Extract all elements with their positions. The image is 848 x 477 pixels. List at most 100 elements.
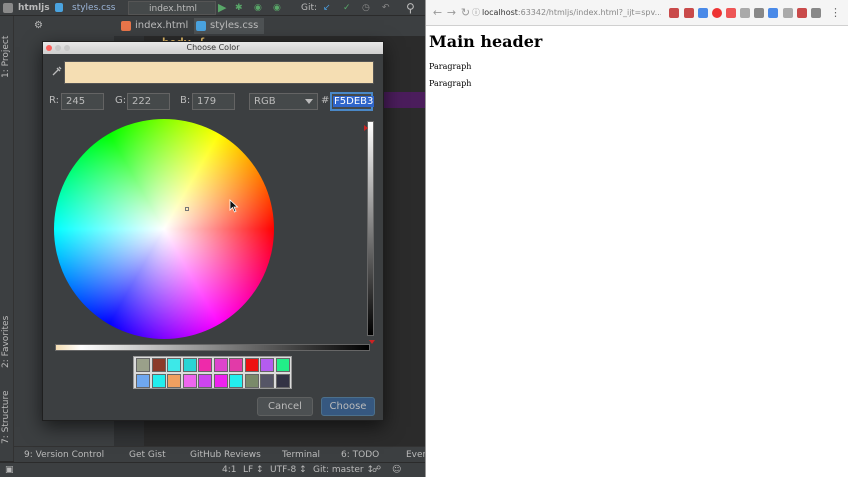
project-name[interactable]: htmljs — [18, 1, 50, 15]
extension-icon[interactable] — [684, 8, 694, 18]
mouse-cursor-icon — [229, 199, 239, 213]
opera-icon[interactable] — [712, 8, 722, 18]
tab-index-html[interactable]: index.html — [119, 18, 188, 34]
color-swatch[interactable] — [213, 358, 228, 372]
opacity-slider[interactable] — [55, 344, 370, 351]
color-swatch[interactable] — [260, 358, 274, 372]
browser-window: ← → ↻ ⓘ localhost:63342/htmljs/index.htm… — [425, 0, 848, 477]
extension-icon[interactable] — [754, 8, 764, 18]
url-host: localhost — [482, 8, 518, 17]
breadcrumb-file[interactable]: styles.css — [72, 1, 115, 15]
run-config-select[interactable]: index.html — [128, 1, 216, 15]
color-swatch[interactable] — [167, 374, 181, 388]
ide-toolbar: htmljs styles.css index.html ▶ ✱ ◉ ◉ Git… — [0, 0, 425, 16]
extension-icon[interactable] — [797, 8, 807, 18]
color-mode-select[interactable]: RGB — [249, 93, 318, 110]
color-swatch[interactable] — [229, 374, 243, 388]
back-icon[interactable]: ← — [432, 7, 443, 18]
color-swatch[interactable] — [182, 374, 197, 388]
get-gist-button[interactable]: Get Gist — [129, 448, 166, 462]
color-swatch[interactable] — [136, 374, 150, 388]
color-swatch[interactable] — [167, 358, 181, 372]
address-bar[interactable]: ⓘ localhost:63342/htmljs/index.html?_ijt… — [471, 4, 661, 22]
todo-button[interactable]: 6: TODO — [341, 448, 379, 462]
cancel-button[interactable]: Cancel — [257, 397, 313, 416]
hex-input[interactable]: F5DEB3 — [330, 92, 375, 111]
lock-icon[interactable]: ☍ — [372, 464, 381, 477]
panel-toggle-icon[interactable]: ▣ — [5, 464, 14, 477]
folder-icon — [3, 1, 13, 15]
choose-button[interactable]: Choose — [321, 397, 375, 416]
line-separator[interactable]: LF ↕ — [243, 464, 264, 477]
extension-icon[interactable] — [669, 8, 679, 18]
left-tool-strip: 1: Project 2: Favorites 7: Structure — [0, 16, 14, 461]
r-label: R: — [49, 95, 60, 106]
debug-icon[interactable]: ✱ — [235, 1, 243, 15]
brightness-slider-handle[interactable] — [364, 125, 368, 131]
git-branch[interactable]: Git: master ↕ — [313, 464, 374, 477]
structure-tool-tab[interactable]: 7: Structure — [1, 391, 11, 445]
color-swatch[interactable] — [151, 374, 166, 388]
file-encoding[interactable]: UTF-8 ↕ — [270, 464, 307, 477]
favorites-tool-tab[interactable]: 2: Favorites — [1, 316, 11, 368]
editor-tabs: ⚙ index.html styles.css — [14, 16, 425, 36]
color-swatch[interactable] — [182, 358, 197, 372]
extension-icon[interactable] — [783, 8, 793, 18]
chevron-down-icon — [305, 99, 313, 104]
color-swatch[interactable] — [198, 374, 212, 388]
coverage-icon[interactable]: ◉ — [254, 1, 262, 15]
tab-styles-css[interactable]: styles.css — [194, 18, 265, 34]
reload-icon[interactable]: ↻ — [460, 7, 471, 18]
browser-toolbar: ← → ↻ ⓘ localhost:63342/htmljs/index.htm… — [426, 0, 848, 26]
tab-label: index.html — [135, 20, 189, 31]
zoom-window-button[interactable] — [64, 45, 70, 51]
color-swatch[interactable] — [260, 374, 274, 388]
extension-icon[interactable] — [811, 8, 821, 18]
color-swatch[interactable] — [198, 358, 212, 372]
github-reviews-button[interactable]: GitHub Reviews — [190, 448, 261, 462]
color-swatch[interactable] — [213, 374, 228, 388]
color-swatch[interactable] — [136, 358, 150, 372]
caret-position[interactable]: 4:1 — [222, 464, 236, 477]
git-commit-icon[interactable]: ✓ — [343, 1, 351, 15]
event-log-button[interactable]: Even — [406, 448, 425, 462]
color-wheel-marker[interactable] — [185, 207, 189, 211]
color-mode-value: RGB — [254, 96, 276, 107]
extension-icon[interactable] — [698, 8, 708, 18]
color-wheel[interactable] — [54, 119, 274, 339]
minimize-window-button[interactable] — [55, 45, 61, 51]
color-swatch[interactable] — [151, 358, 166, 372]
close-window-button[interactable] — [46, 45, 52, 51]
opacity-slider-handle[interactable] — [369, 340, 375, 344]
color-swatch[interactable] — [229, 358, 243, 372]
extension-icon[interactable] — [726, 8, 736, 18]
settings-icon[interactable]: ⚙ — [18, 18, 43, 34]
extension-icon[interactable] — [740, 8, 750, 18]
eyedropper-icon[interactable] — [51, 65, 63, 77]
revert-icon[interactable]: ↶ — [382, 1, 390, 15]
b-input[interactable]: 179 — [192, 93, 235, 110]
version-control-button[interactable]: 9: Version Control — [24, 448, 104, 462]
search-icon[interactable]: ⚲ — [406, 1, 415, 15]
terminal-button[interactable]: Terminal — [282, 448, 320, 462]
page-paragraph: Paragraph — [429, 62, 472, 71]
brightness-slider[interactable] — [367, 121, 374, 336]
extension-icon[interactable] — [768, 8, 778, 18]
git-update-icon[interactable]: ↙ — [323, 1, 331, 15]
r-input[interactable]: 245 — [61, 93, 104, 110]
color-swatch[interactable] — [275, 374, 290, 388]
color-preview — [64, 61, 374, 84]
color-swatch[interactable] — [244, 374, 259, 388]
g-input[interactable]: 222 — [127, 93, 170, 110]
menu-icon[interactable]: ⋮ — [830, 7, 841, 18]
profile-icon[interactable]: ◉ — [273, 1, 281, 15]
run-icon[interactable]: ▶ — [218, 1, 226, 15]
forward-icon[interactable]: → — [446, 7, 457, 18]
project-tool-tab[interactable]: 1: Project — [1, 36, 11, 78]
inspector-icon[interactable]: ☺ — [392, 464, 401, 477]
tool-window-bar: 9: Version Control Get Gist GitHub Revie… — [14, 446, 425, 462]
color-swatch[interactable] — [275, 358, 290, 372]
url-path: :63342/htmljs/index.html?_ijt=spv... — [517, 8, 661, 17]
color-swatch[interactable] — [244, 358, 259, 372]
history-icon[interactable]: ◷ — [362, 1, 370, 15]
